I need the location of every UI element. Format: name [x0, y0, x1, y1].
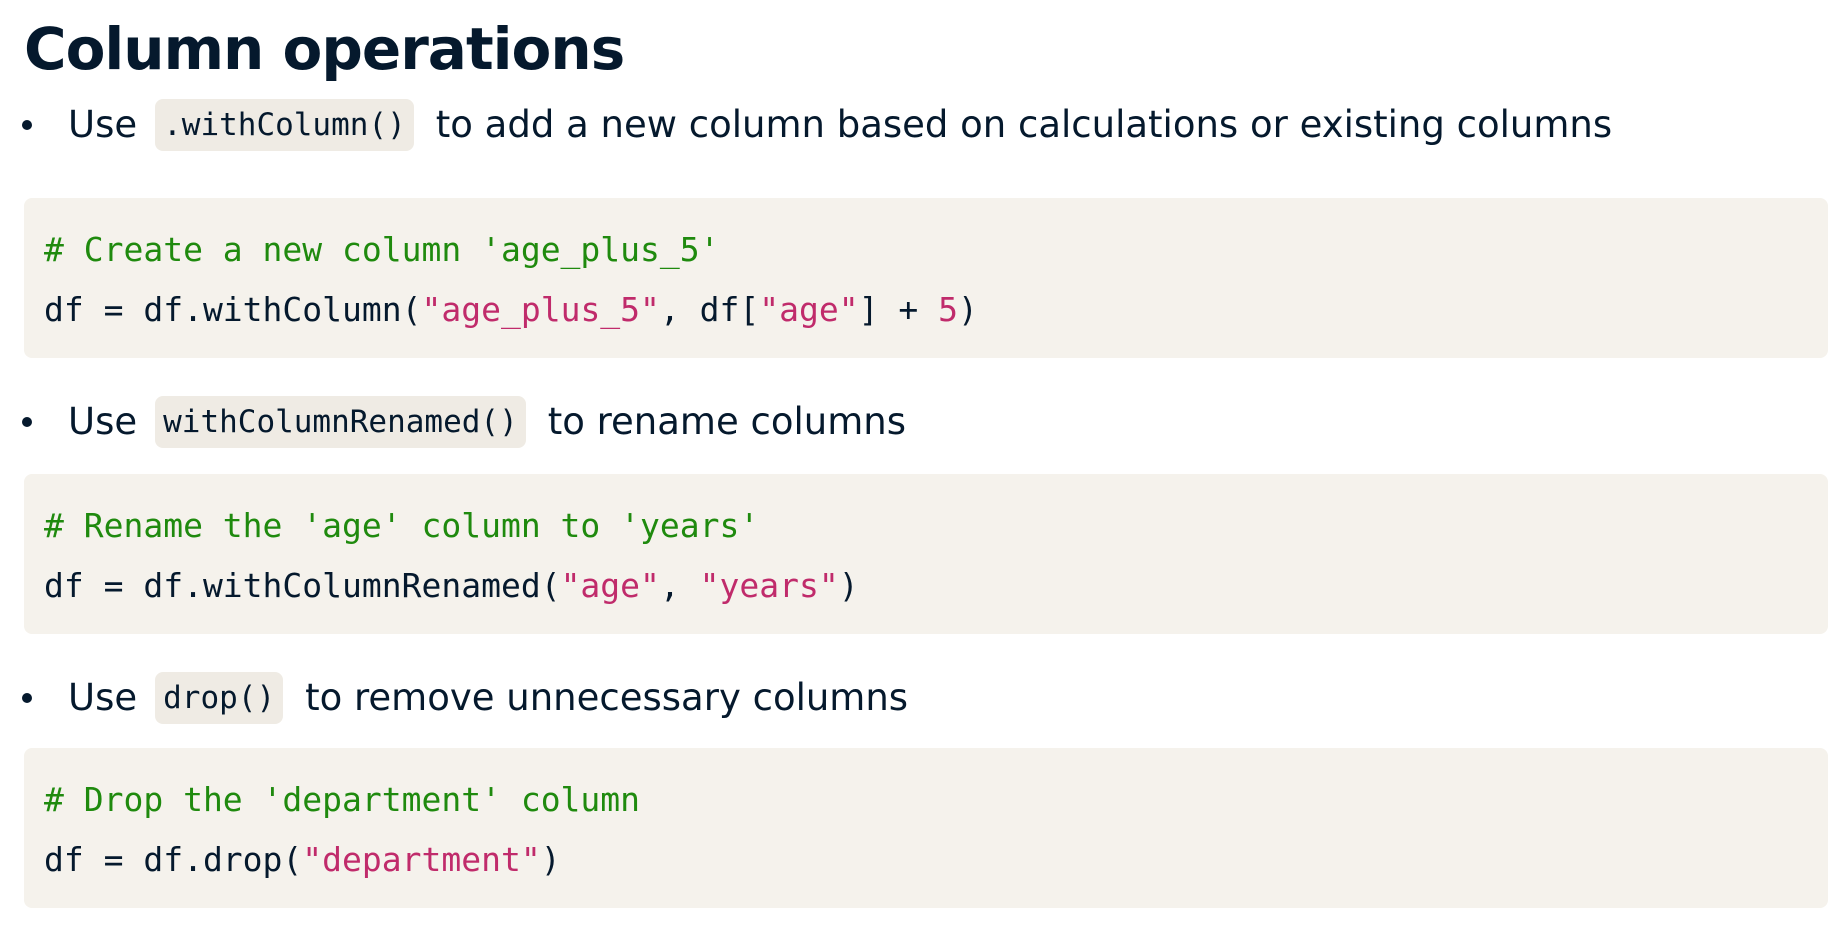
inline-code: withColumnRenamed()	[155, 396, 526, 448]
code-token-string: "department"	[302, 840, 541, 879]
page-title: Column operations	[24, 15, 625, 83]
code-token-string: "years"	[699, 566, 839, 605]
code-line: df = df.withColumnRenamed("age", "years"…	[44, 556, 1808, 616]
bullet-suffix: to rename columns	[547, 400, 906, 443]
bullet-item-drop: Use drop() to remove unnecessary columns	[20, 670, 908, 726]
bullet-icon	[22, 120, 32, 130]
code-token-plain: )	[957, 290, 978, 329]
bullet-item-withcolumnrenamed: Use withColumnRenamed() to rename column…	[20, 394, 906, 450]
code-token-string: "age_plus_5"	[421, 290, 660, 329]
code-token-plain: ] +	[858, 290, 939, 329]
bullet-prefix: Use	[68, 676, 138, 719]
code-token-number: 5	[938, 290, 958, 329]
code-token-string: "age"	[560, 566, 660, 605]
bullet-prefix: Use	[68, 103, 138, 146]
code-block-withcolumnrenamed: # Rename the 'age' column to 'years' df …	[24, 474, 1828, 634]
code-token-plain: )	[540, 840, 561, 879]
inline-code: .withColumn()	[155, 99, 414, 151]
code-block-withcolumn: # Create a new column 'age_plus_5' df = …	[24, 198, 1828, 358]
code-line: df = df.withColumn("age_plus_5", df["age…	[44, 280, 1808, 340]
code-token-plain: df = df.withColumn(	[44, 290, 422, 329]
code-comment: # Drop the 'department' column	[44, 780, 641, 819]
code-token-plain: , df[	[659, 290, 760, 329]
code-token-plain: )	[838, 566, 859, 605]
slide: Column operations Use .withColumn() to a…	[0, 0, 1847, 934]
code-token-plain: df = df.drop(	[44, 840, 303, 879]
code-block-drop: # Drop the 'department' column df = df.d…	[24, 748, 1828, 908]
code-token-string: "age"	[759, 290, 859, 329]
bullet-icon	[22, 693, 32, 703]
bullet-item-withcolumn: Use .withColumn() to add a new column ba…	[20, 97, 1612, 153]
code-line: df = df.drop("department")	[44, 830, 1808, 890]
code-token-plain: df = df.withColumnRenamed(	[44, 566, 561, 605]
code-comment: # Create a new column 'age_plus_5'	[44, 230, 720, 269]
code-token-plain: ,	[659, 566, 700, 605]
bullet-prefix: Use	[68, 400, 138, 443]
inline-code: drop()	[155, 672, 284, 724]
bullet-suffix: to remove unnecessary columns	[305, 676, 909, 719]
bullet-suffix: to add a new column based on calculation…	[435, 103, 1613, 146]
code-comment: # Rename the 'age' column to 'years'	[44, 506, 760, 545]
bullet-icon	[22, 417, 32, 427]
